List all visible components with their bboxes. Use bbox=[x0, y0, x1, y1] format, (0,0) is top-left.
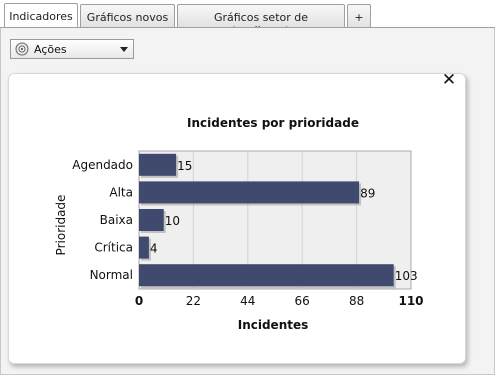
x-tick-label: 110 bbox=[398, 294, 423, 308]
y-tick-label: Baixa bbox=[100, 213, 133, 227]
data-label: 4 bbox=[150, 242, 158, 256]
bar bbox=[139, 209, 164, 231]
y-tick-label: Agendado bbox=[72, 158, 133, 172]
data-label: 10 bbox=[165, 214, 180, 228]
chart-title: Incidentes por prioridade bbox=[187, 116, 359, 130]
data-label: 89 bbox=[360, 186, 375, 200]
bar bbox=[139, 264, 394, 287]
x-tick-label: 44 bbox=[240, 294, 255, 308]
incidents-chart: Incidentes por prioridade Incidentes Pri… bbox=[54, 116, 424, 332]
y-tick-label: Alta bbox=[109, 185, 133, 199]
x-axis-label: Incidentes bbox=[238, 318, 309, 332]
bar bbox=[139, 236, 149, 259]
bar bbox=[139, 153, 177, 176]
data-label: 103 bbox=[395, 269, 418, 283]
y-tick-label: Normal bbox=[90, 268, 133, 282]
y-axis-label: Prioridade bbox=[54, 195, 68, 256]
data-label: 15 bbox=[177, 159, 192, 173]
y-tick-label: Crítica bbox=[94, 241, 133, 255]
bar bbox=[139, 181, 360, 204]
x-tick-label: 22 bbox=[186, 294, 201, 308]
x-tick-label: 88 bbox=[349, 294, 364, 308]
x-tick-label: 0 bbox=[135, 294, 143, 308]
x-tick-label: 66 bbox=[295, 294, 310, 308]
